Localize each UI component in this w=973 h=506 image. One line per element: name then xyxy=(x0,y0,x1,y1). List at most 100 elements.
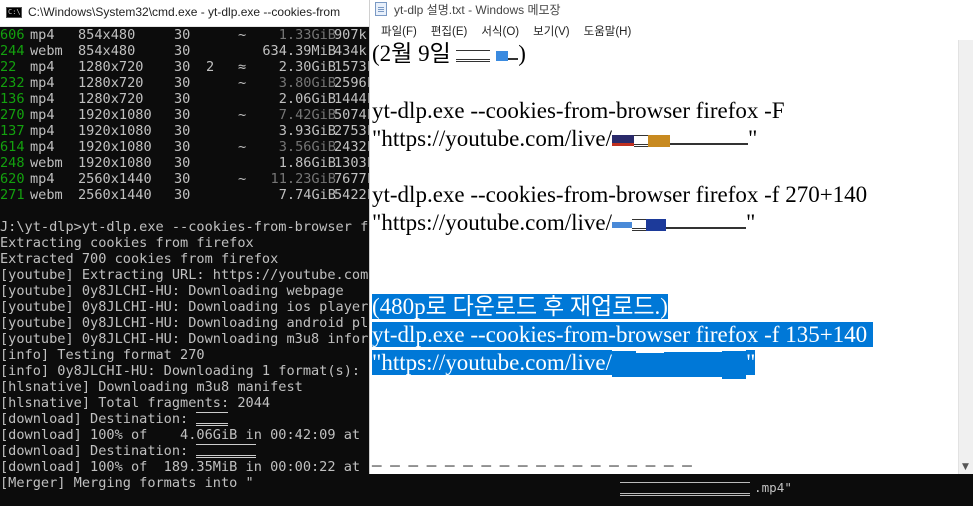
format-ext: webm xyxy=(30,155,63,171)
format-id: 606 xyxy=(0,27,25,43)
log-line: [youtube] 0y8JLCHI-HU: Downloading m3u8 … xyxy=(0,331,372,347)
format-resolution: 1920x1080 xyxy=(78,107,152,123)
format-id: 248 xyxy=(0,155,25,171)
redacted-mark xyxy=(670,137,731,145)
redacted-mark xyxy=(728,221,747,229)
log-line: [youtube] Extracting URL: https://youtub… xyxy=(0,267,372,283)
text-line-cmd1: yt-dlp.exe --cookies-from-browser firefo… xyxy=(372,98,785,123)
format-filesize: 3.56GiB xyxy=(278,139,336,155)
format-ext: mp4 xyxy=(30,59,55,75)
format-ext: mp4 xyxy=(30,91,55,107)
format-row: 248 webm 1920x1080 30 1.86GiB 1303k xyxy=(0,155,375,171)
redacted-mark xyxy=(620,482,750,496)
console-tail: .mp4" xyxy=(370,470,973,506)
format-row: 271 webm 2560x1440 30 7.74GiB 5422k xyxy=(0,187,375,203)
text-line-url2: "https://youtube.com/live/" xyxy=(372,210,756,235)
format-approx: ~ xyxy=(238,139,247,155)
log-line: [hlsnative] Total fragments: 2044 xyxy=(0,395,271,411)
text-line-note3: (480p로 다운로드 후 재업로드.) xyxy=(372,294,668,319)
log-line: [Merger] Merging formats into " xyxy=(0,475,254,491)
redacted-mark xyxy=(612,350,637,379)
format-ext: mp4 xyxy=(30,27,55,43)
format-fps: 30 xyxy=(174,43,191,59)
format-ext: mp4 xyxy=(30,171,55,187)
console-log: J:\yt-dlp>yt-dlp.exe --cookies-from-brow… xyxy=(0,219,372,491)
merge-output-ext: .mp4" xyxy=(754,480,792,495)
scroll-down-icon[interactable]: ▼ xyxy=(962,462,969,472)
notepad-titlebar[interactable]: yt-dlp 설명.txt - Windows 메모장 xyxy=(370,0,973,18)
format-row: 270 mp4 1920x1080 30 ~7.42GiB 5074k xyxy=(0,107,375,123)
redacted-mark xyxy=(196,444,257,458)
redacted-mark xyxy=(634,134,649,147)
redacted-mark xyxy=(722,350,747,379)
cmd-icon: C:\ xyxy=(6,7,22,18)
format-resolution: 1280x720 xyxy=(78,59,144,75)
redacted-mark xyxy=(508,52,519,60)
log-line: [info] Testing format 270 xyxy=(0,347,205,363)
format-ext: webm xyxy=(30,187,63,203)
format-channels: 2 xyxy=(206,59,215,75)
log-line: [download] Destination: xyxy=(0,411,372,427)
redacted-mark xyxy=(636,350,665,379)
format-row: 614 mp4 1920x1080 30 ~3.56GiB 2432k xyxy=(0,139,375,155)
notepad-title: yt-dlp 설명.txt - Windows 메모장 xyxy=(394,3,561,17)
notepad-scrollbar[interactable]: ▼ xyxy=(958,40,973,474)
format-resolution: 854x480 xyxy=(78,27,136,43)
format-bitrate: 434k xyxy=(334,43,367,59)
menu-edit[interactable]: 편집(E) xyxy=(426,21,473,41)
format-approx: ~ xyxy=(238,107,247,123)
notepad-icon xyxy=(375,2,387,16)
format-row: 136 mp4 1280x720 30 2.06GiB 1444k xyxy=(0,91,375,107)
format-id: 270 xyxy=(0,107,25,123)
redacted-mark xyxy=(632,218,647,231)
format-id: 620 xyxy=(0,171,25,187)
format-row: 137 mp4 1920x1080 30 3.93GiB 2753k xyxy=(0,123,375,139)
redacted-mark xyxy=(612,221,633,228)
log-line: [download] 100% of 189.35MiB in 00:00:22… xyxy=(0,459,372,475)
text-line-url1: "https://youtube.com/live/" xyxy=(372,126,758,151)
format-ext: webm xyxy=(30,43,63,59)
menu-view[interactable]: 보기(V) xyxy=(528,21,575,41)
format-filesize: 3.93GiB xyxy=(278,123,336,139)
format-filesize: 1.86GiB xyxy=(278,155,336,171)
format-id: 232 xyxy=(0,75,25,91)
format-fps: 30 xyxy=(174,75,191,91)
log-line: [youtube] 0y8JLCHI-HU: Downloading webpa… xyxy=(0,283,344,299)
log-line: J:\yt-dlp>yt-dlp.exe --cookies-from-brow… xyxy=(0,219,372,235)
format-fps: 30 xyxy=(174,171,191,187)
format-fps: 30 xyxy=(174,91,191,107)
format-approx: ~ xyxy=(238,75,247,91)
redacted-mark xyxy=(666,221,729,229)
format-id: 137 xyxy=(0,123,25,139)
log-line: [hlsnative] Downloading m3u8 manifest xyxy=(0,379,303,395)
menu-help[interactable]: 도움말(H) xyxy=(579,21,637,41)
format-ext: mp4 xyxy=(30,139,55,155)
format-filesize: 3.80GiB xyxy=(278,75,336,91)
format-fps: 30 xyxy=(174,155,191,171)
format-id: 136 xyxy=(0,91,25,107)
format-fps: 30 xyxy=(174,139,191,155)
format-resolution: 1280x720 xyxy=(78,91,144,107)
notepad-text-area[interactable]: (2월 9일 ) yt-dlp.exe --cookies-from-brows… xyxy=(370,40,959,474)
log-line: Extracting cookies from firefox xyxy=(0,235,254,251)
format-approx: ~ xyxy=(238,27,247,43)
format-row: 232 mp4 1280x720 30 ~3.80GiB 2596k xyxy=(0,75,375,91)
format-row: 22 mp4 1280x720 30 2 ≈2.30GiB 1573k xyxy=(0,59,375,75)
log-line: [download] 100% of 4.06GiB in 00:42:09 a… xyxy=(0,427,372,443)
format-resolution: 1920x1080 xyxy=(78,139,152,155)
format-ext: mp4 xyxy=(30,107,55,123)
format-id: 244 xyxy=(0,43,25,59)
log-line: [youtube] 0y8JLCHI-HU: Downloading andro… xyxy=(0,315,372,331)
format-table: 606 mp4 854x480 30 ~1.33GiB 907k 244 webm 854x48… xyxy=(0,27,375,203)
redacted-mark xyxy=(496,50,509,61)
format-fps: 30 xyxy=(174,27,191,43)
format-filesize: 11.23GiB xyxy=(270,171,336,187)
format-fps: 30 xyxy=(174,59,191,75)
format-row: 606 mp4 854x480 30 ~1.33GiB 907k xyxy=(0,27,372,43)
format-resolution: 1920x1080 xyxy=(78,155,152,171)
format-approx: ~ xyxy=(238,171,247,187)
menu-file[interactable]: 파일(F) xyxy=(376,21,422,41)
format-filesize: 2.30GiB xyxy=(278,59,336,75)
menu-format[interactable]: 서식(O) xyxy=(476,21,524,41)
notepad-window[interactable]: yt-dlp 설명.txt - Windows 메모장 파일(F) 편집(E) … xyxy=(369,0,973,474)
